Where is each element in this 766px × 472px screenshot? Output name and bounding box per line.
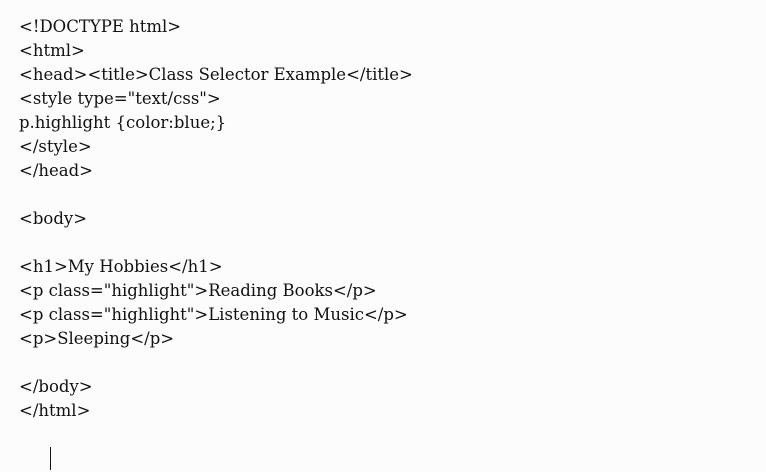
code-line: <style type="text/css"> [19,89,221,108]
code-line: <head><title>Class Selector Example</tit… [19,65,413,84]
code-line: <html> [19,41,85,60]
code-line: </html> [19,401,91,420]
text-cursor [50,447,52,470]
code-line: </head> [19,161,94,180]
code-line: p.highlight {color:blue;} [19,113,227,132]
code-line: <body> [19,209,88,228]
code-text-area[interactable]: <!DOCTYPE html> <html> <head><title>Clas… [19,15,749,470]
code-line: <p class="highlight">Listening to Music<… [19,305,408,324]
code-line: <p class="highlight">Reading Books</p> [19,281,377,300]
code-line: <!DOCTYPE html> [19,17,182,36]
code-line: <h1>My Hobbies</h1> [19,257,223,276]
code-line: <p>Sleeping</p> [19,329,175,348]
text-editor[interactable]: <!DOCTYPE html> <html> <head><title>Clas… [0,0,766,472]
code-line: </style> [19,137,92,156]
current-line[interactable] [19,423,749,470]
code-line: </body> [19,377,93,396]
